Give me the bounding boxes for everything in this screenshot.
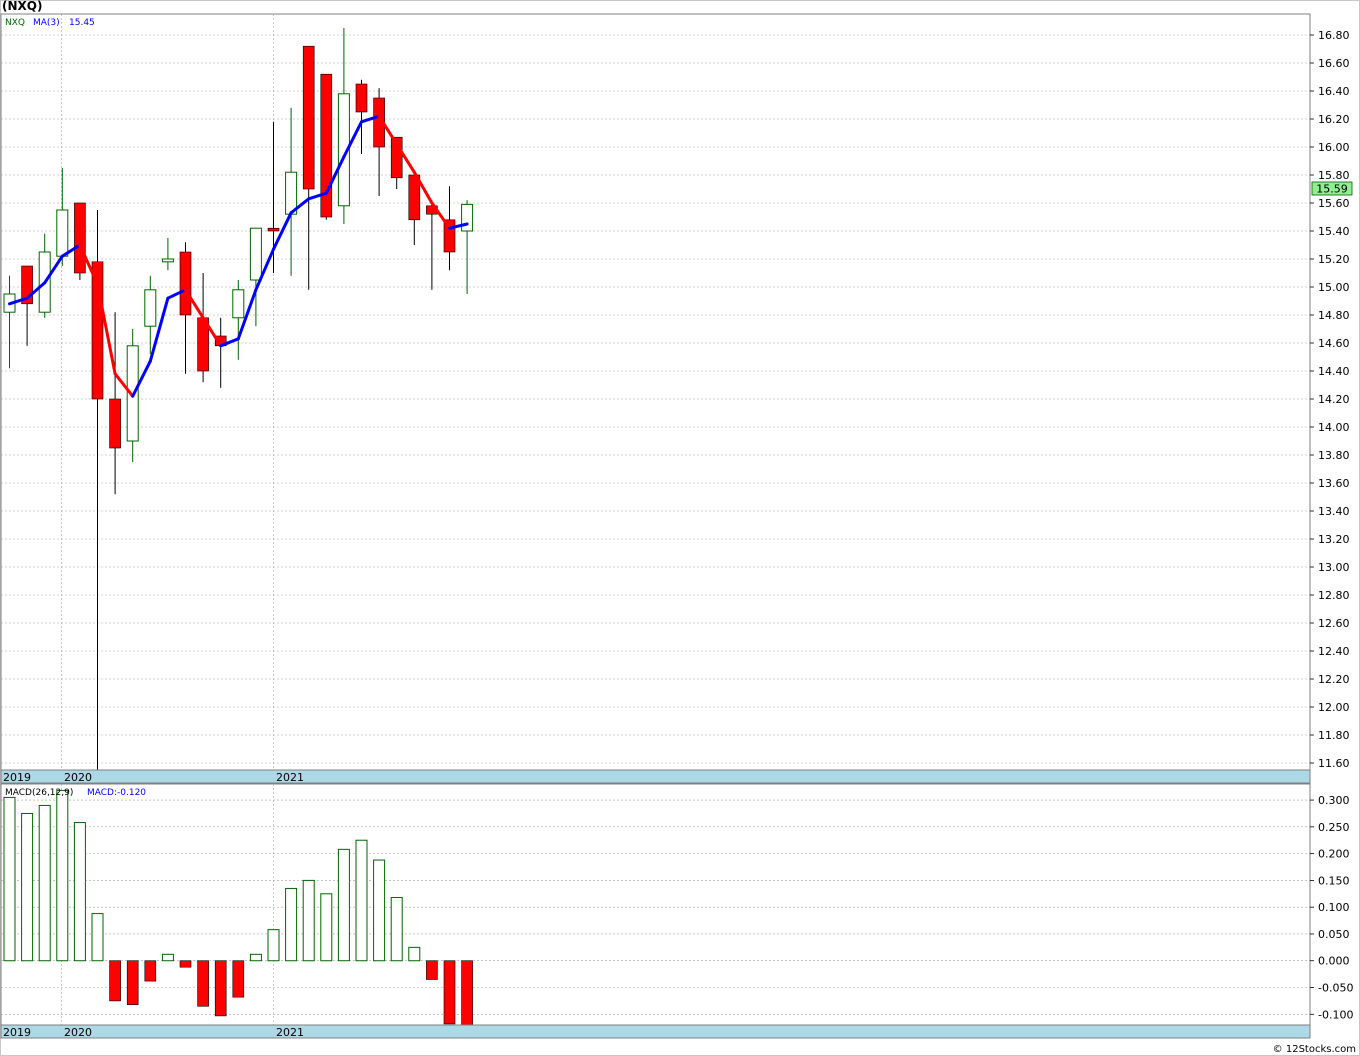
macd-bar-negative [109,960,121,1002]
year-label: 2019 [3,1026,31,1039]
macd-bar-positive [390,897,403,962]
macd-bar-positive [355,839,368,962]
price-tick-label: 14.00 [1318,421,1350,434]
macd-bar-negative [443,960,456,1025]
price-tick-label: 12.20 [1318,673,1350,686]
legend-ma-value: 15.45 [69,18,95,28]
price-tick-label: 13.40 [1318,505,1350,518]
price-tick-label: 12.80 [1318,589,1350,602]
macd-bar-positive [408,946,421,962]
macd-tick-label: 0.200 [1318,848,1350,861]
macd-bar-positive [337,848,350,962]
year-label: 2019 [3,771,31,784]
macd-bar-positive [161,953,174,962]
price-tick-label: 12.40 [1318,645,1350,658]
price-tick-label: 13.60 [1318,477,1350,490]
macd-bar-negative [179,960,192,968]
year-label: 2020 [64,1026,92,1039]
macd-bar-negative [144,960,157,982]
candle-up [232,289,245,319]
price-tick-label: 15.20 [1318,253,1350,266]
macd-bar-positive [38,804,51,962]
price-tick-label: 16.60 [1318,57,1350,70]
price-tick-label: 13.00 [1318,561,1350,574]
macd-bar-negative [232,960,245,998]
macd-bar-positive [320,893,333,962]
footer-credit: © 12Stocks.com [1273,1044,1356,1055]
price-tick-label: 14.40 [1318,365,1350,378]
candle-up [56,209,69,257]
price-tick-label: 13.80 [1318,449,1350,462]
macd-bar-positive [373,859,386,962]
price-tick-label: 13.20 [1318,533,1350,546]
year-label: 2020 [64,771,92,784]
macd-bar-positive [249,953,262,962]
price-tick-label: 11.60 [1318,757,1350,770]
legend-ma-label: MA(3) [33,18,60,28]
price-tick-label: 14.60 [1318,337,1350,350]
price-tick-label: 11.80 [1318,729,1350,742]
macd-tick-label: -0.100 [1318,1008,1353,1021]
candle-down [267,227,280,232]
macd-bar-positive [21,812,34,962]
macd-tick-label: 0.000 [1318,955,1350,968]
macd-bar-positive [91,913,104,962]
price-tick-label: 15.00 [1318,281,1350,294]
price-tick-label: 12.60 [1318,617,1350,630]
macd-legend-value: MACD:-0.120 [87,788,146,798]
price-tick-label: 15.60 [1318,197,1350,210]
macd-tick-label: -0.050 [1318,982,1353,995]
macd-bar-positive [285,887,298,962]
macd-legend-label: MACD(26,12,9) [5,788,73,798]
candle-down [179,251,192,316]
candle-up [249,227,262,281]
price-tick-label: 16.20 [1318,113,1350,126]
candle-up [461,203,474,232]
candle-up [144,289,157,327]
price-panel [0,13,1311,771]
year-label: 2021 [276,771,304,784]
macd-bar-negative [126,960,139,1005]
last-price-value: 15.59 [1316,183,1348,196]
candle-down [302,45,315,190]
macd-tick-label: 0.100 [1318,901,1350,914]
chart-canvas: (NXQ) 11.60 11.80 12.00 12.20 12.40 12.60 12.8… [0,0,1360,1056]
macd-bar-positive [3,796,16,962]
price-tick-label: 14.80 [1318,309,1350,322]
price-tick-label: 16.00 [1318,141,1350,154]
price-tick-label: 16.80 [1318,29,1350,42]
macd-tick-label: 0.150 [1318,874,1350,887]
candle-down [109,398,121,449]
price-tick-label: 16.40 [1318,85,1350,98]
price-tick-label: 14.20 [1318,393,1350,406]
year-label: 2021 [276,1026,304,1039]
year-band-price [0,769,1311,784]
price-tick-label: 12.00 [1318,701,1350,714]
candle-down [355,83,368,113]
macd-tick-label: 0.300 [1318,794,1350,807]
candle-up [161,258,174,263]
year-band-macd [0,1024,1311,1039]
chart-title: (NXQ) [2,0,42,13]
macd-bar-negative [197,960,209,1007]
legend-symbol: NXQ [5,18,25,28]
macd-bar-positive [267,929,280,962]
macd-bar-positive [73,822,86,962]
macd-bar-negative [214,960,227,1017]
macd-bar-negative [461,960,473,1026]
macd-tick-label: 0.250 [1318,821,1350,834]
macd-bar-positive [302,879,315,962]
macd-bar-negative [426,960,438,980]
macd-bar-positive [56,789,69,962]
price-tick-label: 15.40 [1318,225,1350,238]
candle-down [74,202,86,274]
macd-tick-label: 0.050 [1318,928,1350,941]
price-tick-label: 15.80 [1318,169,1350,182]
